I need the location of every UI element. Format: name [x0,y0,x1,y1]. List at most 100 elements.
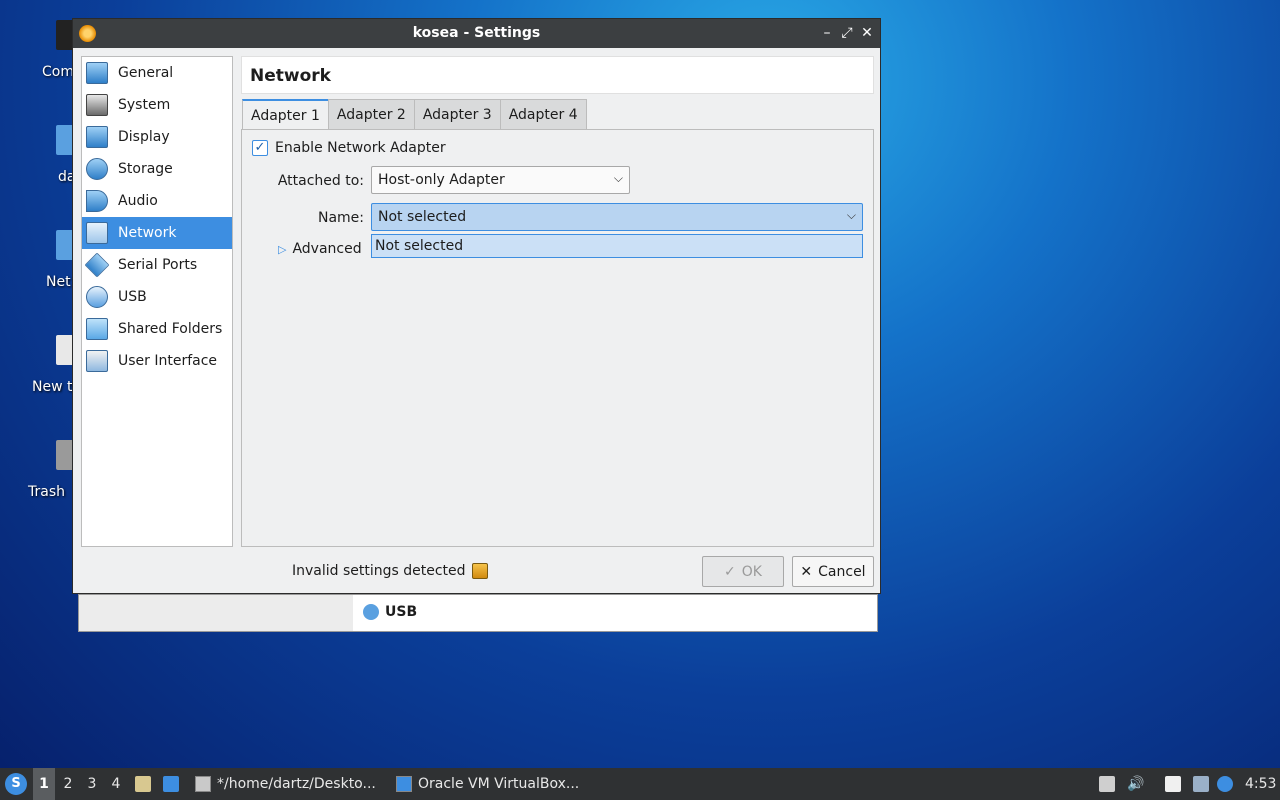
usb-icon [363,604,379,620]
workspace-3[interactable]: 3 [81,768,103,800]
tab-adapter-3[interactable]: Adapter 3 [413,99,501,129]
sidebar-item-serial-ports[interactable]: Serial Ports [82,249,232,281]
check-icon: ✓ [724,563,736,580]
text-editor-icon [195,776,211,792]
sidebar-item-label: User Interface [118,353,218,369]
serial-ports-icon [84,252,110,278]
clipboard-icon [1165,776,1181,792]
ok-button[interactable]: ✓ OK [702,556,784,587]
sidebar-item-shared-folders[interactable]: Shared Folders [82,313,232,345]
sidebar-item-label: Shared Folders [118,321,223,337]
sidebar-item-label: Serial Ports [118,257,198,273]
upload-icon [1099,776,1115,792]
tab-adapter-4[interactable]: Adapter 4 [499,99,587,129]
settings-sidebar: General System Display Storage Audio Net… [81,56,233,547]
settings-content: Network Adapter 1 Adapter 2 Adapter 3 Ad… [241,56,874,547]
file-manager-launcher[interactable] [135,768,151,800]
enable-adapter-label: Enable Network Adapter [275,140,446,156]
tab-adapter-1[interactable]: Adapter 1 [242,99,329,130]
file-manager-icon [135,776,151,792]
title-bar[interactable]: kosea - Settings – ⤢ ✕ [73,19,880,48]
background-usb-section: USB [363,604,417,620]
name-dropdown-list: Not selected [371,234,863,258]
cancel-button[interactable]: ✕ Cancel [792,556,874,587]
validation-status: Invalid settings detected [292,563,488,579]
attached-to-select[interactable]: Host-only Adapter ⌵ [371,166,630,194]
sidebar-item-display[interactable]: Display [82,121,232,153]
maximize-button[interactable]: ⤢ [838,23,856,43]
desktop-icon-label: Trash [28,484,65,500]
show-desktop-launcher[interactable] [163,768,179,800]
system-icon [86,94,108,116]
close-button[interactable]: ✕ [858,23,876,43]
task-text-editor[interactable]: */home/dartz/Deskto... [195,768,376,800]
sidebar-item-user-interface[interactable]: User Interface [82,345,232,377]
general-icon [86,62,108,84]
name-value: Not selected [378,209,467,225]
sidebar-item-storage[interactable]: Storage [82,153,232,185]
tray-network[interactable] [1193,768,1209,800]
workspace-1[interactable]: 1 [33,768,55,800]
start-menu-button[interactable]: S [5,768,27,800]
sidebar-item-label: Display [118,129,170,145]
warning-icon[interactable] [471,563,488,579]
adapter-tabs: Adapter 1 Adapter 2 Adapter 3 Adapter 4 [242,99,587,130]
lubuntu-logo-icon: S [5,773,27,795]
workspace-4[interactable]: 4 [105,768,127,800]
page-title: Network [241,56,874,94]
settings-dialog: kosea - Settings – ⤢ ✕ General System Di… [72,18,881,594]
workspace-2[interactable]: 2 [57,768,79,800]
sidebar-item-usb[interactable]: USB [82,281,232,313]
clock[interactable]: 4:53 [1245,768,1276,800]
sidebar-item-label: System [118,97,171,113]
task-label: */home/dartz/Deskto... [217,776,376,792]
sidebar-item-label: General [118,65,174,81]
sidebar-item-general[interactable]: General [82,57,232,89]
sidebar-item-label: USB [118,289,147,305]
name-label: Name: [317,210,364,226]
adapter-panel: ✓ Enable Network Adapter Attached to: Ho… [241,129,874,547]
usb-section-label: USB [385,604,418,620]
name-option[interactable]: Not selected [375,238,859,254]
enable-adapter-row[interactable]: ✓ Enable Network Adapter [252,140,446,156]
name-select[interactable]: Not selected ⌵ [371,203,863,231]
status-text: Invalid settings detected [292,563,466,579]
sidebar-item-system[interactable]: System [82,89,232,121]
desktop-icon [163,776,179,792]
volume-icon: 🔊 [1127,776,1145,792]
advanced-toggle[interactable]: ▷ Advanced [278,241,362,257]
background-window-sidebar [79,595,353,631]
tray-volume[interactable]: 🔊 [1127,768,1144,800]
ok-label: OK [741,563,762,580]
sidebar-item-label: Network [118,225,177,241]
attached-to-label: Attached to: [277,173,364,189]
task-virtualbox[interactable]: Oracle VM VirtualBox... [396,768,579,800]
sidebar-item-network[interactable]: Network [82,217,232,249]
desktop-icon-label: New t [32,379,73,395]
taskbar: S 1 2 3 4 */home/dartz/Deskto... Oracle … [0,768,1280,800]
cancel-label: Cancel [818,563,866,580]
enable-adapter-checkbox[interactable]: ✓ [252,140,268,156]
sidebar-item-audio[interactable]: Audio [82,185,232,217]
usb-icon [86,286,108,308]
attached-to-value: Host-only Adapter [378,172,505,188]
tray-notifications[interactable] [1217,768,1233,800]
info-icon [1217,776,1233,792]
sidebar-item-label: Storage [118,161,173,177]
virtualbox-icon [396,776,412,792]
audio-icon [86,190,108,212]
desktop-icon-label: Com [42,64,74,80]
network-tray-icon [1193,776,1209,792]
minimize-button[interactable]: – [818,23,836,43]
tray-updates[interactable] [1099,768,1115,800]
window-title: kosea - Settings [412,25,541,41]
close-icon: ✕ [800,563,813,580]
expand-arrow-icon: ▷ [278,242,287,256]
user-interface-icon [86,350,108,372]
chevron-down-icon: ⌵ [613,171,623,185]
tray-clipboard[interactable] [1165,768,1181,800]
task-label: Oracle VM VirtualBox... [418,776,580,792]
network-icon [86,222,108,244]
sidebar-item-label: Audio [118,193,158,209]
tab-adapter-2[interactable]: Adapter 2 [327,99,415,129]
